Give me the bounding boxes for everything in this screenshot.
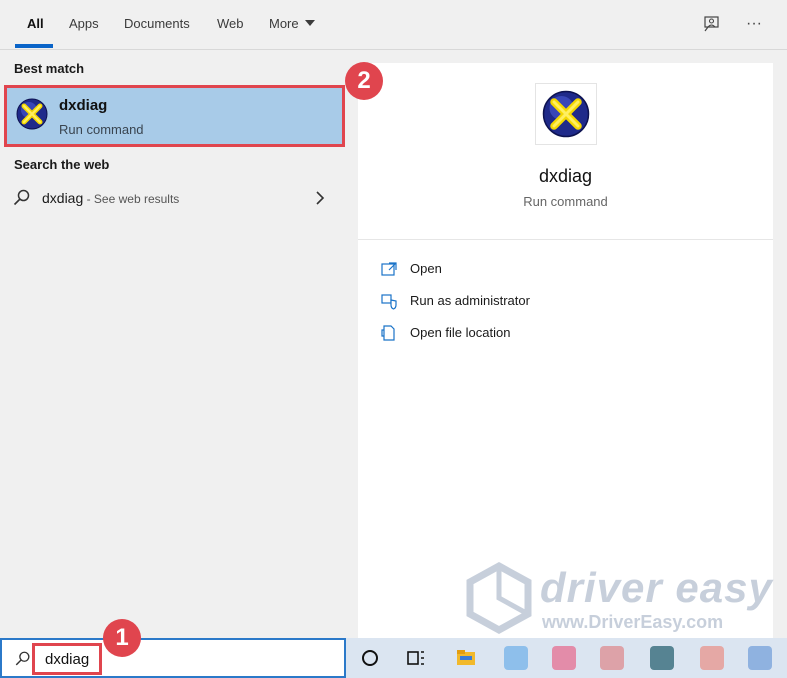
action-open-label: Open (410, 261, 442, 276)
active-tab-indicator (15, 44, 53, 48)
cortana-icon[interactable] (358, 646, 382, 670)
details-subtitle: Run command (523, 194, 608, 209)
taskbar-search-box[interactable] (0, 638, 346, 678)
search-box-icon (14, 650, 32, 673)
tab-all-label: All (27, 16, 44, 31)
best-match-name: dxdiag (59, 97, 108, 114)
taskbar-app-icon[interactable] (552, 646, 576, 670)
task-view-icon[interactable] (404, 646, 428, 670)
more-options-icon[interactable]: ··· (742, 12, 766, 36)
search-tab-bar: All Apps Documents Web More ··· (0, 0, 787, 50)
web-results-suffix: - See web results (83, 192, 180, 206)
web-query: dxdiag (42, 190, 84, 206)
taskbar-app-icon[interactable] (600, 646, 624, 670)
shield-icon (381, 294, 397, 310)
details-pane: dxdiag Run command Open Run as administr… (346, 51, 787, 638)
taskbar-app-icon[interactable] (504, 646, 528, 670)
tab-more[interactable]: More (269, 0, 315, 50)
search-icon (12, 188, 32, 213)
web-result-row[interactable]: dxdiag - See web results (0, 182, 346, 216)
tab-documents[interactable]: Documents (124, 0, 190, 50)
chevron-right-icon (314, 188, 326, 213)
web-result-text: dxdiag - See web results (42, 190, 179, 206)
best-match-heading: Best match (14, 61, 85, 76)
action-run-as-admin-label: Run as administrator (410, 293, 530, 308)
open-icon (381, 262, 397, 276)
tab-all[interactable]: All (27, 0, 44, 50)
details-title: dxdiag (538, 166, 593, 186)
tab-apps-label: Apps (69, 16, 99, 31)
search-web-heading: Search the web (14, 157, 110, 172)
taskbar-app-icon[interactable] (650, 646, 674, 670)
feedback-icon[interactable] (700, 12, 724, 36)
taskbar (346, 638, 787, 678)
tab-web-label: Web (217, 16, 244, 31)
search-input[interactable] (32, 643, 102, 675)
directx-icon (16, 98, 48, 130)
best-match-item[interactable]: dxdiag Run command (4, 85, 345, 147)
app-icon-frame (535, 83, 597, 145)
annotation-badge-2: 2 (345, 62, 383, 100)
tab-documents-label: Documents (124, 16, 190, 31)
best-match-subtitle: Run command (59, 122, 144, 137)
more-options-glyph: ··· (746, 15, 762, 32)
taskbar-app-icon[interactable] (748, 646, 772, 670)
file-location-icon (381, 325, 395, 341)
tab-apps[interactable]: Apps (69, 0, 99, 50)
tab-more-label: More (269, 16, 299, 31)
details-divider (358, 239, 773, 240)
details-card: dxdiag Run command Open Run as administr… (358, 63, 773, 638)
file-explorer-icon[interactable] (454, 646, 478, 670)
action-open-file-location-label: Open file location (410, 325, 511, 340)
chevron-down-icon (304, 20, 315, 26)
annotation-badge-1: 1 (103, 619, 141, 657)
taskbar-app-icon[interactable] (700, 646, 724, 670)
directx-large-icon (542, 90, 590, 138)
tab-web[interactable]: Web (217, 0, 244, 50)
